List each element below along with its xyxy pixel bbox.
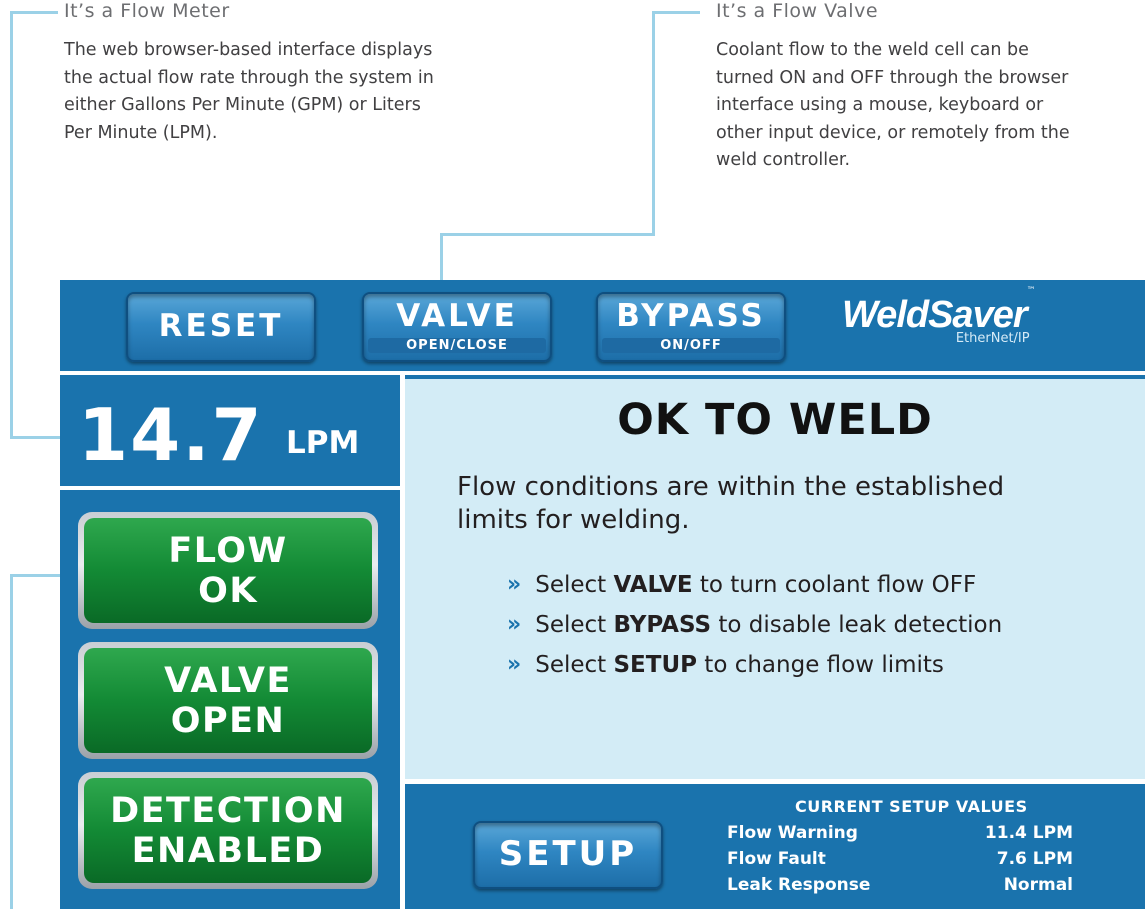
weldsaver-logo: WeldSaver™ EtherNet/IP: [842, 286, 1036, 346]
valve-toggle-button[interactable]: VALVE OPEN/CLOSE: [362, 292, 552, 362]
meter-callout-title: It’s a Flow Meter: [64, 0, 230, 22]
instruction-item: » Select SETUP to change flow limits: [507, 645, 1002, 685]
detection-status-line-2: ENABLED: [131, 830, 325, 871]
valve-callout-line-3: interface using a mouse, keyboard or: [716, 95, 1044, 115]
meter-callout-line-v: [10, 11, 13, 439]
brand-trademark: ™: [1026, 286, 1036, 296]
instruction-item: » Select BYPASS to disable leak detectio…: [507, 605, 1002, 645]
valve-callout-line-2: turned ON and OFF through the browser: [716, 67, 1069, 88]
valve-callout-line-h-top: [652, 11, 700, 14]
status-column: 14.7 LPM FLOW OK VALVE OPEN DETECTION EN…: [60, 375, 400, 909]
bypass-button-label: BYPASS: [616, 298, 766, 334]
instruction-prefix: Select: [535, 572, 614, 598]
setup-value-label: Flow Fault: [727, 849, 826, 869]
toolbar: RESET VALVE OPEN/CLOSE BYPASS ON/OFF Wel…: [60, 280, 1145, 375]
chevron-right-icon: »: [507, 572, 522, 597]
flow-status-line-1: FLOW: [168, 530, 288, 571]
meter-callout-text: The web browser-based interface displays…: [64, 37, 434, 147]
instruction-keyword: VALVE: [613, 572, 693, 598]
detection-enabled-status-face: DETECTION ENABLED: [84, 778, 372, 883]
status-message-line-1: Flow conditions are within the establish…: [457, 472, 1005, 502]
valve-button-label: VALVE: [396, 298, 518, 334]
setup-value-label: Flow Warning: [727, 823, 858, 843]
bypass-toggle-button[interactable]: BYPASS ON/OFF: [596, 292, 786, 362]
reset-button[interactable]: RESET: [126, 292, 316, 362]
detection-status-line-1: DETECTION: [110, 790, 346, 831]
setup-button-label: SETUP: [498, 834, 638, 874]
status-message-area: OK TO WELD Flow conditions are within th…: [405, 379, 1145, 779]
reset-button-label: RESET: [158, 308, 284, 344]
instruction-list: » Select VALVE to turn coolant flow OFF …: [507, 565, 1002, 685]
flow-status-line-2: OK: [198, 570, 258, 611]
instruction-suffix: to disable leak detection: [711, 612, 1003, 638]
setup-bar: SETUP CURRENT SETUP VALUES Flow Warning …: [405, 779, 1145, 909]
instruction-suffix: to change flow limits: [696, 652, 944, 678]
chevron-right-icon: »: [507, 652, 522, 677]
instruction-prefix: Select: [535, 612, 614, 638]
valve-open-status-button[interactable]: VALVE OPEN: [78, 642, 378, 759]
valve-callout-line-4: other input device, or remotely from the: [716, 122, 1070, 143]
brand-name: WeldSaver: [842, 294, 1028, 336]
valve-callout-title: It’s a Flow Valve: [716, 0, 879, 22]
setup-value-row: Flow Warning 11.4 LPM: [727, 823, 1073, 843]
setup-value-row: Leak Response Normal: [727, 875, 1073, 895]
flow-rate-unit: LPM: [286, 425, 360, 461]
weldsaver-panel: RESET VALVE OPEN/CLOSE BYPASS ON/OFF Wel…: [60, 280, 1145, 909]
setup-button[interactable]: SETUP: [473, 821, 663, 889]
valve-status-line-1: VALVE: [164, 660, 292, 701]
detection-enabled-status-button[interactable]: DETECTION ENABLED: [78, 772, 378, 889]
setup-values-title: CURRENT SETUP VALUES: [795, 797, 1028, 816]
setup-value: 7.6 LPM: [996, 849, 1073, 869]
valve-callout-line-h-mid: [440, 233, 655, 236]
meter-callout-line-3: either Gallons Per Minute (GPM) or Liter…: [64, 95, 421, 115]
setup-value: Normal: [1003, 875, 1073, 895]
setup-value: 11.4 LPM: [984, 823, 1073, 843]
valve-callout-line-5: weld controller.: [716, 150, 851, 170]
setup-value-row: Flow Fault 7.6 LPM: [727, 849, 1073, 869]
instruction-prefix: Select: [535, 652, 614, 678]
meter-callout-line-h-top: [10, 11, 58, 14]
instruction-suffix: to turn coolant flow OFF: [692, 572, 977, 598]
flow-ok-callout-line-v: [10, 574, 13, 909]
flow-ok-status-button[interactable]: FLOW OK: [78, 512, 378, 629]
valve-callout-text: Coolant flow to the weld cell can be tur…: [716, 37, 1070, 175]
status-message-body: Flow conditions are within the establish…: [457, 471, 1117, 537]
flow-ok-status-face: FLOW OK: [84, 518, 372, 623]
instruction-keyword: BYPASS: [613, 612, 712, 638]
valve-button-sublabel: OPEN/CLOSE: [368, 338, 546, 353]
instruction-keyword: SETUP: [613, 652, 697, 678]
status-buttons-area: FLOW OK VALVE OPEN DETECTION ENABLED: [60, 490, 400, 909]
valve-status-line-2: OPEN: [170, 700, 286, 741]
valve-open-status-face: VALVE OPEN: [84, 648, 372, 753]
flow-rate-value: 14.7: [78, 393, 264, 477]
meter-callout-line-1: The web browser-based interface displays: [64, 40, 433, 60]
status-message-title: OK TO WELD: [617, 395, 933, 445]
status-message-line-2: limits for welding.: [457, 505, 690, 535]
setup-value-label: Leak Response: [727, 875, 871, 895]
instruction-item: » Select VALVE to turn coolant flow OFF: [507, 565, 1002, 605]
bypass-button-sublabel: ON/OFF: [602, 338, 780, 353]
valve-callout-line-1: Coolant flow to the weld cell can be: [716, 40, 1029, 60]
meter-callout-line-2: the actual flow rate through the system …: [64, 67, 434, 88]
valve-callout-line-v: [652, 11, 655, 236]
meter-callout-line-4: Per Minute (LPM).: [64, 122, 218, 143]
chevron-right-icon: »: [507, 612, 522, 637]
flow-readout: 14.7 LPM: [60, 375, 400, 490]
